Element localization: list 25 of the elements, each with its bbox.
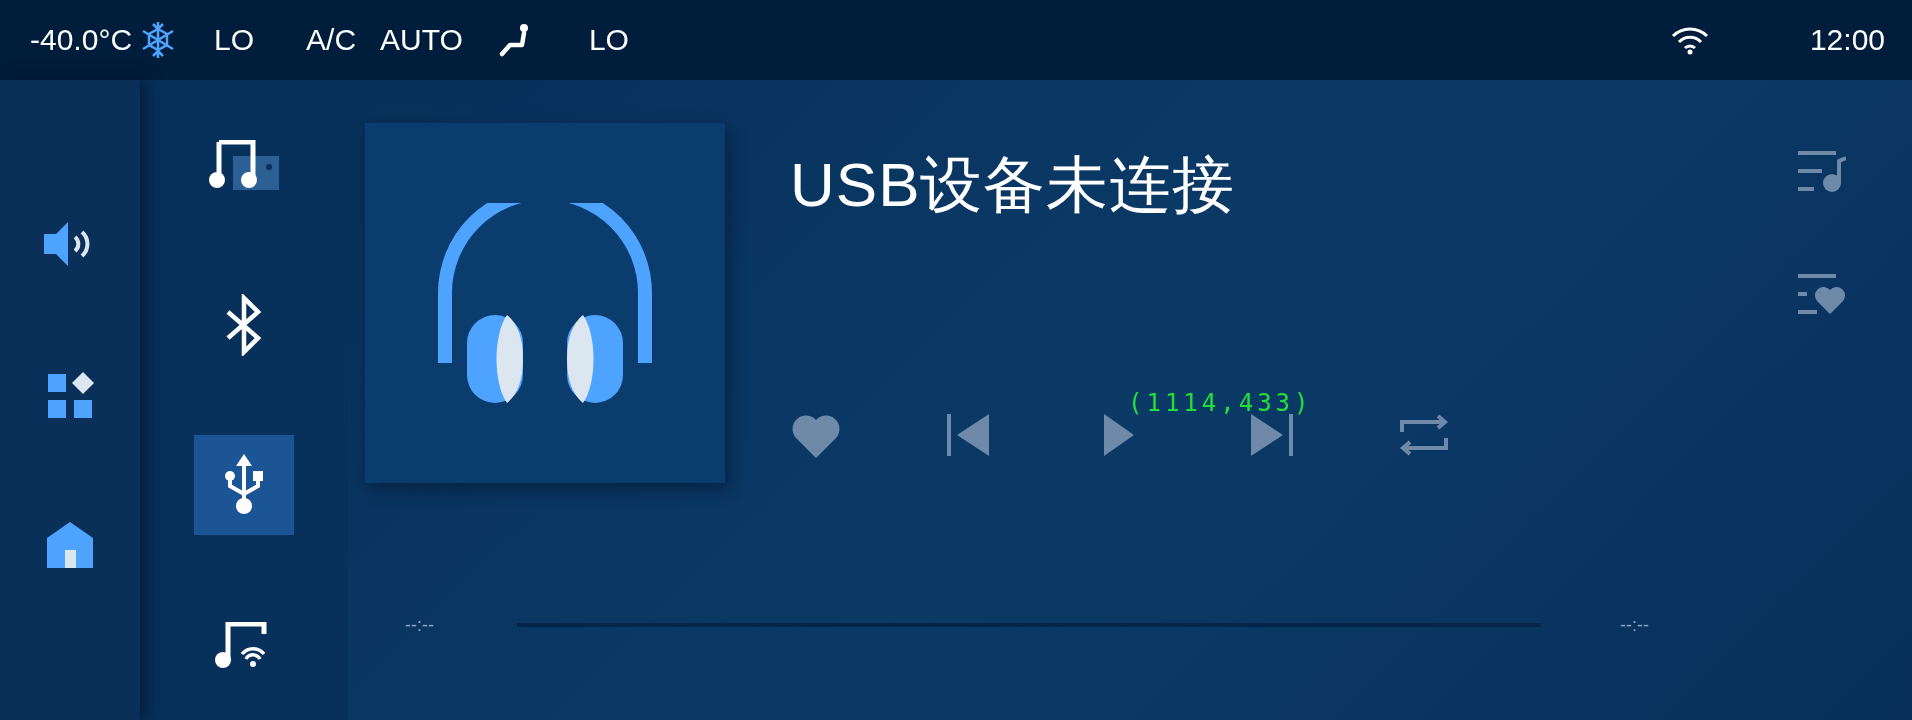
duration-time: --:-- xyxy=(1620,614,1650,636)
clock-text: 12:00 xyxy=(1809,23,1885,57)
fan-level-text: LO xyxy=(214,23,255,57)
previous-icon xyxy=(947,414,989,456)
mode-text: AUTO xyxy=(380,23,463,57)
usb-icon xyxy=(222,454,266,516)
track-title: USB设备未连接 xyxy=(790,149,1237,221)
ac-text: A/C xyxy=(306,23,357,57)
next-icon xyxy=(1251,414,1293,456)
wifi-icon xyxy=(1669,25,1710,55)
favorites-list-icon xyxy=(1798,272,1846,314)
seat-level-text: LO xyxy=(588,23,629,57)
apps-icon xyxy=(46,372,94,418)
bluetooth-icon xyxy=(224,294,264,356)
elapsed-time: --:-- xyxy=(405,614,435,636)
repeat-icon xyxy=(1398,412,1450,458)
playlist-icon xyxy=(1798,149,1846,193)
home-icon xyxy=(47,522,93,568)
temperature-text: -40.0°C xyxy=(30,23,133,57)
play-icon xyxy=(1104,414,1136,456)
music-radio-icon xyxy=(209,140,279,190)
source-tab[interactable] xyxy=(194,435,294,535)
debug-coordinates: (1114,433) xyxy=(1128,389,1313,417)
seat-icon xyxy=(498,23,529,57)
headphones-icon xyxy=(435,203,655,403)
